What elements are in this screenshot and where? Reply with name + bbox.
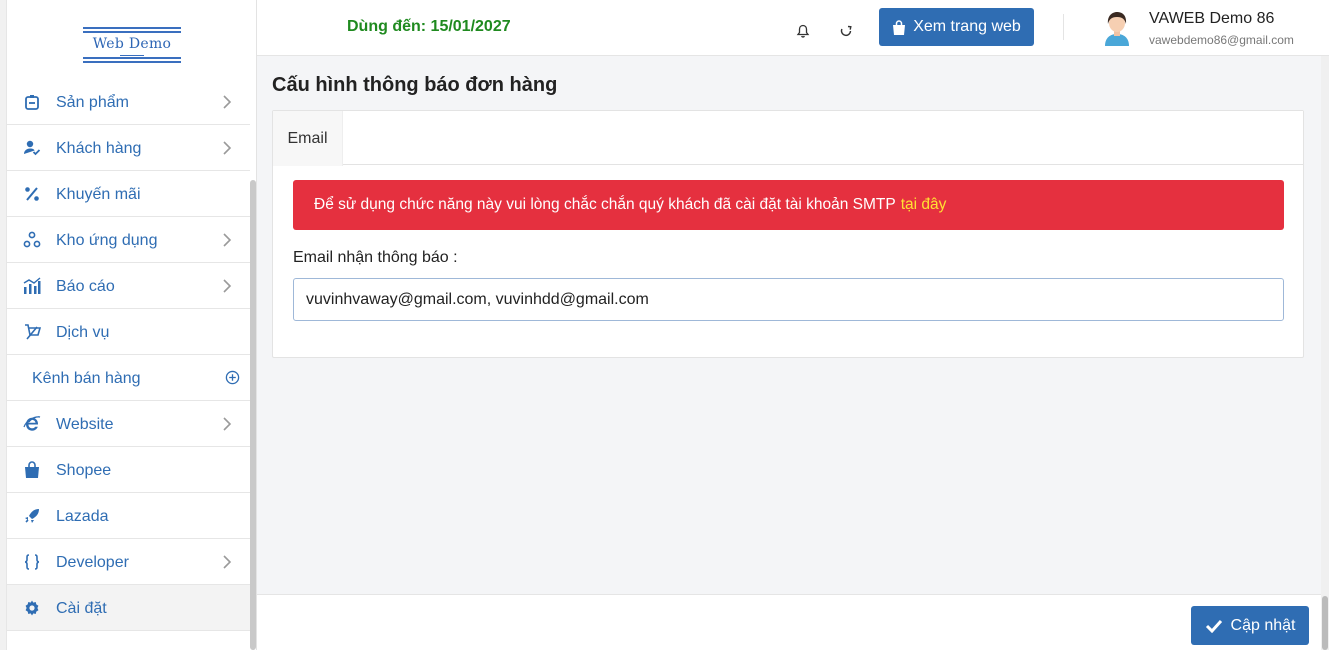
percent-icon bbox=[25, 187, 39, 201]
customer-check-icon bbox=[24, 140, 41, 156]
rocket-icon bbox=[25, 509, 39, 523]
braces-icon bbox=[24, 554, 40, 570]
check-icon bbox=[1205, 619, 1222, 633]
sidebar-item-settings[interactable]: Cài đặt bbox=[7, 585, 250, 631]
email-field-label: Email nhận thông báo : bbox=[293, 249, 458, 266]
sidebar-item-promotions[interactable]: Khuyến mãi bbox=[7, 171, 250, 217]
sidebar: Web Demo Sản phẩm Khách hàng Khuyến mãi … bbox=[0, 0, 257, 650]
sidebar-item-label: Lazada bbox=[56, 508, 109, 525]
plus-circle-icon[interactable] bbox=[225, 370, 240, 385]
sidebar-item-shopee[interactable]: Shopee bbox=[7, 447, 250, 493]
sidebar-edge bbox=[0, 0, 7, 650]
sidebar-item-developer[interactable]: Developer bbox=[7, 539, 250, 585]
sidebar-item-label: Kênh bán hàng bbox=[32, 370, 141, 387]
header-divider bbox=[1063, 14, 1064, 40]
sidebar-item-label: Sản phẩm bbox=[56, 94, 129, 111]
product-box-icon bbox=[25, 95, 39, 110]
update-label: Cập nhật bbox=[1230, 616, 1296, 634]
report-chart-icon bbox=[23, 277, 41, 294]
alert-text: Để sử dụng chức năng này vui lòng chắc c… bbox=[314, 196, 896, 213]
tab-bar: Email bbox=[273, 111, 1303, 166]
settings-card: Email Để sử dụng chức năng này vui lòng … bbox=[272, 110, 1304, 358]
update-button[interactable]: Cập nhật bbox=[1191, 606, 1309, 645]
sidebar-item-label: Shopee bbox=[56, 462, 112, 479]
apps-icon bbox=[23, 231, 41, 248]
page-title: Cấu hình thông báo đơn hàng bbox=[272, 74, 558, 96]
sidebar-item-label: Website bbox=[56, 416, 114, 433]
sidebar-item-label: Cài đặt bbox=[56, 600, 107, 617]
sidebar-item-reports[interactable]: Báo cáo bbox=[7, 263, 250, 309]
sidebar-item-label: Kho ứng dụng bbox=[56, 232, 158, 249]
chevron-right-icon bbox=[223, 141, 232, 155]
sidebar-item-products[interactable]: Sản phẩm bbox=[7, 79, 250, 125]
action-footer: Cập nhật bbox=[257, 594, 1321, 650]
shopping-bag-icon bbox=[893, 19, 906, 35]
sidebar-item-label: Khách hàng bbox=[56, 140, 142, 157]
sidebar-item-services[interactable]: Dịch vụ bbox=[7, 309, 250, 355]
chevron-right-icon bbox=[223, 95, 232, 109]
user-name[interactable]: VAWEB Demo 86 bbox=[1149, 10, 1274, 28]
shopping-bag-icon bbox=[25, 461, 39, 478]
view-website-button[interactable]: Xem trang web bbox=[879, 8, 1034, 46]
logo[interactable]: Web Demo bbox=[7, 0, 250, 90]
service-icon bbox=[25, 324, 41, 340]
chevron-right-icon bbox=[223, 555, 232, 569]
main-scrollbar[interactable] bbox=[1321, 56, 1329, 650]
chevron-right-icon bbox=[223, 279, 232, 293]
smtp-alert: Để sử dụng chức năng này vui lòng chắc c… bbox=[293, 180, 1284, 230]
tab-email[interactable]: Email bbox=[273, 111, 343, 166]
logo-text: Web Demo bbox=[92, 36, 172, 52]
sidebar-menu: Sản phẩm Khách hàng Khuyến mãi Kho ứng d… bbox=[7, 79, 250, 631]
bell-icon[interactable] bbox=[796, 24, 810, 38]
sidebar-item-label: Khuyến mãi bbox=[56, 186, 141, 203]
sidebar-item-label: Developer bbox=[56, 554, 129, 571]
sidebar-item-sales-channels[interactable]: Kênh bán hàng bbox=[7, 355, 250, 401]
sidebar-item-customers[interactable]: Khách hàng bbox=[7, 125, 250, 171]
chevron-right-icon bbox=[223, 233, 232, 247]
view-website-label: Xem trang web bbox=[913, 18, 1021, 35]
sidebar-scrollbar[interactable] bbox=[250, 180, 256, 650]
user-email: vawebdemo86@gmail.com bbox=[1149, 33, 1294, 47]
refresh-icon[interactable] bbox=[839, 24, 853, 38]
avatar[interactable] bbox=[1101, 8, 1133, 46]
chevron-right-icon bbox=[223, 417, 232, 431]
logo-mark: Web Demo bbox=[83, 27, 181, 63]
sidebar-item-label: Báo cáo bbox=[56, 278, 115, 295]
sidebar-item-website[interactable]: Website bbox=[7, 401, 250, 447]
ie-browser-icon bbox=[23, 416, 41, 431]
top-header: Dùng đến: 15/01/2027 Xem trang web VAWEB… bbox=[257, 0, 1329, 56]
smtp-setup-link[interactable]: tại đây bbox=[901, 196, 947, 214]
sidebar-item-app-store[interactable]: Kho ứng dụng bbox=[7, 217, 250, 263]
notification-email-input[interactable] bbox=[293, 278, 1284, 321]
gear-icon bbox=[25, 600, 39, 616]
sidebar-item-lazada[interactable]: Lazada bbox=[7, 493, 250, 539]
expiry-date: Dùng đến: 15/01/2027 bbox=[347, 18, 511, 35]
sidebar-item-label: Dịch vụ bbox=[56, 324, 110, 341]
